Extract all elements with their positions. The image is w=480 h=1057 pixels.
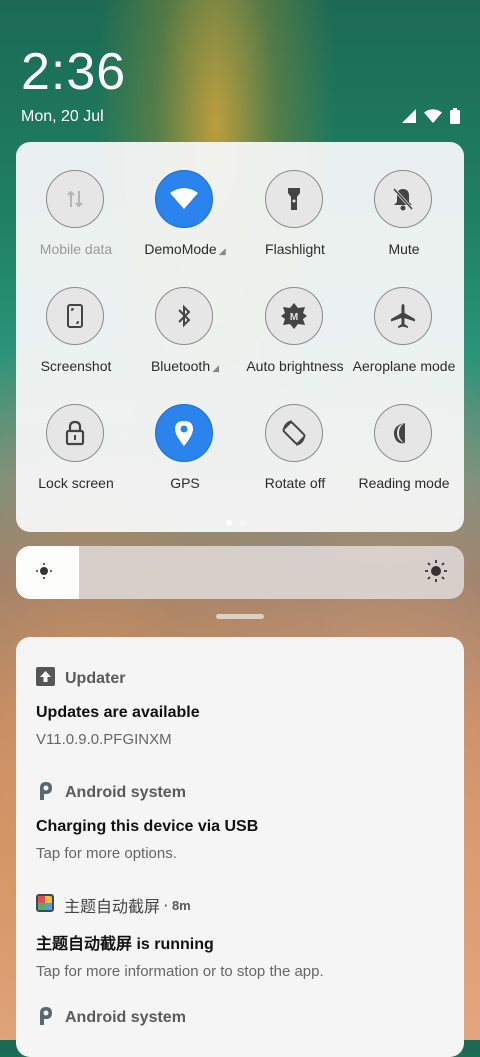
notification-body: Tap for more information or to stop the … xyxy=(36,963,324,980)
updater-arrow-icon xyxy=(36,667,55,691)
page-dot xyxy=(240,520,246,526)
tile-label: Lock screen xyxy=(38,475,114,491)
tile-gps[interactable]: GPS xyxy=(129,376,241,493)
tile-label: DemoMode ◢ xyxy=(144,241,226,257)
tile-flashlight[interactable]: Flashlight xyxy=(239,142,351,259)
tile-label: Auto brightness xyxy=(246,358,344,374)
lock-icon xyxy=(46,404,104,462)
tile-auto-brightness[interactable]: M Auto brightness xyxy=(239,259,351,376)
brightness-high-icon xyxy=(425,560,447,587)
tile-rotate-off[interactable]: Rotate off xyxy=(239,376,351,493)
tile-label: Mobile data xyxy=(39,241,113,257)
tile-bluetooth[interactable]: Bluetooth ◢ xyxy=(129,259,241,376)
bell-off-icon xyxy=(374,170,432,228)
android-system-icon xyxy=(36,1005,55,1030)
notification-running-app[interactable]: 主题自动截屏 · 8m 主题自动截屏 is running Tap for mo… xyxy=(36,893,444,980)
tile-label: Rotate off xyxy=(264,475,326,491)
quick-settings-panel: Mobile data DemoMode ◢ Flashlight Mute Sc… xyxy=(16,142,464,532)
tile-screenshot[interactable]: Screenshot xyxy=(20,259,132,376)
app-name: Android system xyxy=(65,783,186,801)
brightness-low-icon xyxy=(35,562,53,585)
notification-time: · 8m xyxy=(164,897,191,913)
android-system-icon xyxy=(36,780,55,805)
tile-label: Screenshot xyxy=(40,358,112,374)
moon-icon xyxy=(374,404,432,462)
svg-text:M: M xyxy=(290,312,298,323)
expand-arrow-icon: ◢ xyxy=(218,246,226,256)
page-dot-active xyxy=(226,520,232,526)
notification-title: Updates are available xyxy=(36,704,200,721)
drag-handle[interactable] xyxy=(216,614,264,619)
notification-charging[interactable]: Android system Charging this device via … xyxy=(36,780,444,862)
rotate-icon xyxy=(265,404,323,462)
location-icon xyxy=(155,404,213,462)
tile-label: Flashlight xyxy=(265,241,325,257)
expand-arrow-icon: ◢ xyxy=(212,363,220,373)
notification-body: V11.0.9.0.PFGINXM xyxy=(36,731,172,748)
tile-aeroplane-mode[interactable]: Aeroplane mode xyxy=(348,259,460,376)
clock[interactable]: 2:36 xyxy=(21,42,126,102)
tile-mute[interactable]: Mute xyxy=(348,142,460,259)
bluetooth-icon xyxy=(155,287,213,345)
notification-updater[interactable]: Updater Updates are available V11.0.9.0.… xyxy=(36,667,444,748)
notification-header: Updater xyxy=(36,667,444,691)
notification-title: Charging this device via USB xyxy=(36,818,259,835)
airplane-icon xyxy=(374,287,432,345)
notification-header: 主题自动截屏 · 8m xyxy=(36,893,444,917)
tile-label: Mute xyxy=(388,241,420,257)
notification-android-system[interactable]: Android system xyxy=(36,1005,444,1030)
notification-list: Updater Updates are available V11.0.9.0.… xyxy=(16,637,464,1057)
tile-label: GPS xyxy=(170,475,200,491)
page-indicator xyxy=(226,520,246,526)
tile-demomode[interactable]: DemoMode ◢ xyxy=(129,142,241,259)
status-area: 2:36 Mon, 20 Jul xyxy=(0,0,480,140)
notification-body: Tap for more options. xyxy=(36,845,177,862)
tile-reading-mode[interactable]: Reading mode xyxy=(348,376,460,493)
notification-header: Android system xyxy=(36,1005,444,1030)
app-name: Updater xyxy=(65,670,126,687)
wifi-icon xyxy=(155,170,213,228)
tile-label: Bluetooth ◢ xyxy=(150,358,220,374)
notification-header: Android system xyxy=(36,780,444,805)
tile-label: Aeroplane mode xyxy=(352,358,456,374)
mobile-data-icon xyxy=(46,170,104,228)
system-icons xyxy=(402,108,460,124)
tile-lock-screen[interactable]: Lock screen xyxy=(20,376,132,493)
brightness-slider[interactable] xyxy=(16,546,464,599)
screenshot-icon xyxy=(46,287,104,345)
app-icon xyxy=(36,893,54,917)
app-name: 主题自动截屏 xyxy=(64,899,161,916)
flashlight-icon xyxy=(265,170,323,228)
signal-icon xyxy=(402,109,416,123)
tile-mobile-data[interactable]: Mobile data xyxy=(20,142,132,259)
notification-title: 主题自动截屏 is running xyxy=(36,936,214,953)
auto-brightness-icon: M xyxy=(265,287,323,345)
tile-label: Reading mode xyxy=(358,475,450,491)
wifi-status-icon xyxy=(424,109,442,123)
battery-icon xyxy=(450,108,460,124)
date[interactable]: Mon, 20 Jul xyxy=(21,108,104,126)
app-name: Android system xyxy=(65,1008,186,1026)
